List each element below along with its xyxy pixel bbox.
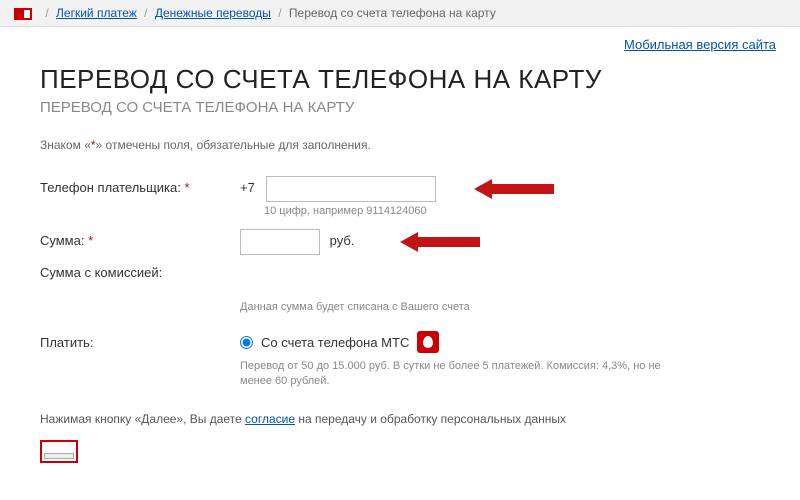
amount-input[interactable]: [240, 229, 320, 255]
pay-radio-mts[interactable]: [240, 336, 253, 349]
phone-label: Телефон плательщика: *: [40, 176, 240, 195]
pay-label: Платить:: [40, 331, 240, 350]
phone-input[interactable]: [266, 176, 436, 202]
breadcrumb-link-transfers[interactable]: Денежные переводы: [155, 6, 271, 20]
consent-pre: Нажимая кнопку «Далее», Вы даете: [40, 412, 245, 426]
amount-fee-label: Сумма с комиссией:: [40, 261, 240, 280]
main-content: ПЕРЕВОД СО СЧЕТА ТЕЛЕФОНА НА КАРТУ ПЕРЕВ…: [0, 52, 800, 463]
breadcrumb-sep: /: [278, 6, 281, 20]
mts-egg-icon: [417, 331, 439, 353]
pay-note: Перевод от 50 до 15.000 руб. В сутки не …: [240, 359, 680, 390]
consent-link[interactable]: согласие: [245, 412, 295, 426]
amount-fee-row: Сумма с комиссией:: [40, 261, 760, 280]
hint-pre: Знаком «: [40, 138, 91, 152]
debit-note: Данная сумма будет списана с Вашего счет…: [240, 301, 760, 313]
consent-post: на передачу и обработку персональных дан…: [295, 412, 566, 426]
phone-row: Телефон плательщика: * +7 10 цифр, напри…: [40, 176, 760, 217]
required-fields-hint: Знаком «*» отмечены поля, обязательные д…: [40, 138, 760, 152]
page-subtitle: ПЕРЕВОД СО СЧЕТА ТЕЛЕФОНА НА КАРТУ: [40, 99, 760, 116]
pay-option: Со счета телефона МТС: [240, 331, 760, 353]
amount-label: Сумма: *: [40, 229, 240, 248]
hint-post: » отмечены поля, обязательные для заполн…: [96, 138, 371, 152]
mobile-version-link-row: Мобильная версия сайта: [0, 27, 800, 52]
mobile-version-link[interactable]: Мобильная версия сайта: [624, 37, 776, 52]
pay-option-label: Со счета телефона МТС: [261, 335, 409, 350]
amount-row: Сумма: * руб.: [40, 229, 760, 255]
breadcrumb-sep: /: [144, 6, 147, 20]
breadcrumb-current: Перевод со счета телефона на карту: [289, 6, 496, 20]
phone-label-text: Телефон плательщика:: [40, 180, 181, 195]
breadcrumb: / Легкий платеж / Денежные переводы / Пе…: [0, 0, 800, 27]
asterisk-icon: *: [88, 233, 93, 248]
mts-logo-icon: [14, 8, 32, 20]
next-button[interactable]: [44, 453, 74, 459]
amount-label-text: Сумма:: [40, 233, 84, 248]
page-title: ПЕРЕВОД СО СЧЕТА ТЕЛЕФОНА НА КАРТУ: [40, 64, 760, 95]
asterisk-icon: *: [184, 180, 189, 195]
phone-prefix: +7: [240, 176, 255, 195]
debit-note-row: Данная сумма будет списана с Вашего счет…: [40, 298, 760, 313]
currency-label: руб.: [330, 229, 355, 248]
breadcrumb-link-easy-payment[interactable]: Легкий платеж: [56, 6, 137, 20]
next-button-highlight: [40, 440, 78, 463]
pay-row: Платить: Со счета телефона МТС Перевод о…: [40, 331, 760, 390]
phone-hint: 10 цифр, например 9114124060: [264, 205, 760, 217]
consent-text: Нажимая кнопку «Далее», Вы даете согласи…: [40, 412, 760, 426]
breadcrumb-sep: /: [45, 6, 48, 20]
